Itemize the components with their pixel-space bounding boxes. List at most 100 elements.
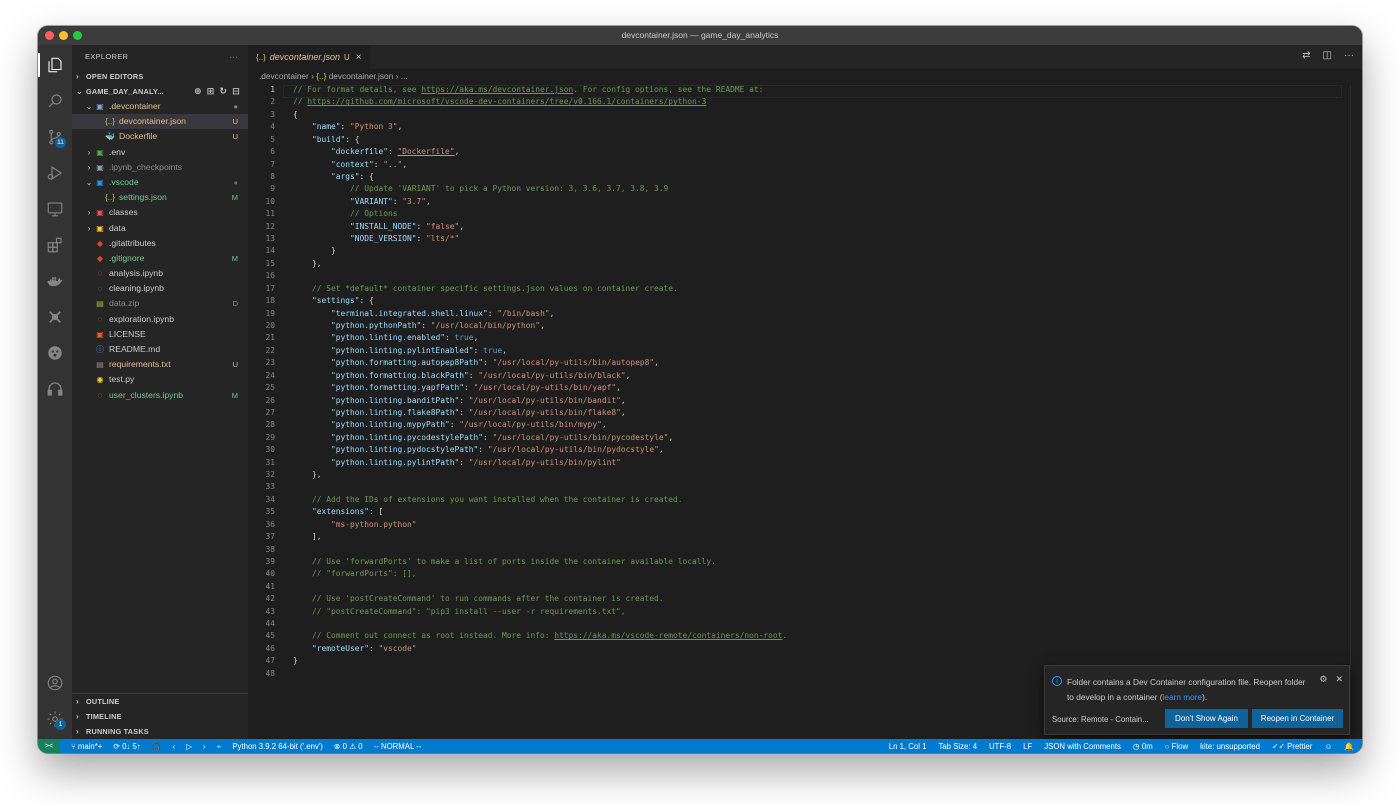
tree-item[interactable]: ◌ user_clusters.ipynb M xyxy=(72,388,248,403)
vertical-scrollbar[interactable] xyxy=(1350,85,1362,739)
paw-icon[interactable] xyxy=(38,337,72,369)
sync-status[interactable]: ⟳ 0↓ 5↑ xyxy=(113,742,140,751)
chevron-left-icon[interactable]: ‹ xyxy=(172,742,175,751)
search-icon[interactable] xyxy=(38,85,72,117)
tree-item[interactable]: ◉ test.py xyxy=(72,372,248,387)
zoom-window-button[interactable] xyxy=(73,31,82,40)
accounts-icon[interactable] xyxy=(38,667,72,699)
new-folder-icon[interactable]: ⊞ xyxy=(207,84,215,99)
run-debug-icon[interactable] xyxy=(38,157,72,189)
line-number: 20 xyxy=(265,320,275,330)
split-editor-icon[interactable]: ◫ xyxy=(1323,50,1332,61)
tree-item[interactable]: ◌ cleaning.ipynb xyxy=(72,281,248,296)
close-icon[interactable]: ✕ xyxy=(1335,674,1343,685)
refresh-icon[interactable]: ↻ xyxy=(220,84,228,99)
workspace-section[interactable]: ⌄ GAME_DAY_ANALY... ⊕ ⊞ ↻ ⊟ xyxy=(72,84,248,99)
more-actions-icon[interactable]: ··· xyxy=(230,45,238,69)
vim-mode: -- NORMAL -- xyxy=(373,741,422,751)
python-interpreter[interactable]: Python 3.9.2 64-bit ('.env') xyxy=(232,742,323,751)
tree-item[interactable]: ◌ exploration.ipynb xyxy=(72,312,248,327)
branch-label: main*+ xyxy=(77,741,103,751)
breadcrumb-folder[interactable]: .devcontainer xyxy=(259,71,309,81)
tree-item[interactable]: ⌄ ▣ .devcontainer ● xyxy=(72,99,248,114)
code-token: , xyxy=(620,395,626,405)
bell-icon[interactable]: 🔔 xyxy=(1344,742,1354,751)
file-type-icon: ▣ xyxy=(96,208,104,218)
notification-message: Folder contains a Dev Container configur… xyxy=(1067,675,1309,705)
code-token: , xyxy=(654,358,659,368)
remote-indicator[interactable]: >< xyxy=(38,739,60,753)
kite-status[interactable]: kite: unsupported xyxy=(1200,742,1260,751)
tree-item[interactable]: › ▣ .env xyxy=(72,145,248,160)
tree-item[interactable]: › ▣ .ipynb_checkpoints xyxy=(72,160,248,175)
tree-item[interactable]: 🐳 Dockerfile U xyxy=(72,129,248,144)
breadcrumb-symbol[interactable]: ... xyxy=(401,71,408,81)
tab-devcontainer-json[interactable]: {..} devcontainer.json U × xyxy=(248,45,370,69)
manage-gear-icon[interactable]: 1 xyxy=(38,703,72,735)
cursor-position[interactable]: Ln 1, Col 1 xyxy=(889,742,927,751)
flow-status[interactable]: ○ Flow xyxy=(1165,742,1188,751)
tree-item[interactable]: ◆ .gitattributes xyxy=(72,236,248,251)
close-window-button[interactable] xyxy=(45,31,54,40)
code-token: "python.linting.pydocstylePath" xyxy=(331,445,479,455)
tree-item[interactable]: › ▣ data xyxy=(72,221,248,236)
tree-item[interactable]: ▤ requirements.txt U xyxy=(72,357,248,372)
encoding[interactable]: UTF-8 xyxy=(989,742,1011,751)
headphones-icon[interactable] xyxy=(38,373,72,405)
line-number: 6 xyxy=(270,147,275,157)
feedback-icon[interactable]: ☺ xyxy=(1324,742,1332,751)
remote-explorer-icon[interactable] xyxy=(38,193,72,225)
docker-icon[interactable] xyxy=(38,265,72,297)
code-token: // Options xyxy=(350,209,398,219)
tree-item[interactable]: ⓘ README.md xyxy=(72,342,248,357)
headphones-icon[interactable]: 🎧 xyxy=(152,742,162,751)
tree-item[interactable]: ⌄ ▣ .vscode ● xyxy=(72,175,248,190)
timeline-section[interactable]: › TIMELINE xyxy=(72,709,248,724)
tree-item[interactable]: ◆ .gitignore M xyxy=(72,251,248,266)
explorer-icon[interactable] xyxy=(38,49,72,81)
tree-item[interactable]: ◌ analysis.ipynb xyxy=(72,266,248,281)
chevron-right-icon[interactable]: › xyxy=(203,742,206,751)
tab-bar: {..} devcontainer.json U × ⇄ ◫ ··· xyxy=(248,45,1362,69)
language-mode[interactable]: JSON with Comments xyxy=(1044,742,1121,751)
learn-more-link[interactable]: learn more xyxy=(1162,692,1202,702)
new-file-icon[interactable]: ⊕ xyxy=(194,84,202,99)
source-control-icon[interactable]: 11 xyxy=(38,121,72,153)
tree-item[interactable]: ▣ LICENSE xyxy=(72,327,248,342)
running-tasks-section[interactable]: › RUNNING TASKS xyxy=(72,724,248,739)
more-actions-icon[interactable]: ··· xyxy=(1344,50,1354,61)
code-token: }, xyxy=(312,258,322,268)
code-token: ".." xyxy=(383,159,403,169)
tree-item[interactable]: {..} settings.json M xyxy=(72,190,248,205)
problems-status[interactable]: ⊗ 0 ⚠ 0 xyxy=(334,742,363,751)
code-line: "INSTALL_NODE": "false", xyxy=(293,222,464,231)
tab-size[interactable]: Tab Size: 4 xyxy=(938,742,977,751)
branch-status[interactable]: ⑂ main*+ xyxy=(71,742,102,751)
tree-item-label: classes xyxy=(109,207,138,218)
open-editors-section[interactable]: › OPEN EDITORS xyxy=(72,69,248,84)
close-tab-icon[interactable]: × xyxy=(356,52,362,63)
breadcrumb-file[interactable]: devcontainer.json xyxy=(329,71,394,81)
play-icon[interactable]: ▷ xyxy=(186,742,192,751)
end-of-line[interactable]: LF xyxy=(1023,742,1032,751)
outline-section[interactable]: › OUTLINE xyxy=(72,694,248,709)
time-tracker[interactable]: ◷ 0m xyxy=(1133,742,1153,751)
reopen-in-container-button[interactable]: Reopen in Container xyxy=(1252,709,1343,728)
code-editor[interactable]: 1 // For format details, see https://aka.… xyxy=(248,85,1362,739)
extensions-icon[interactable] xyxy=(38,229,72,261)
gear-icon[interactable]: ⚙ xyxy=(1319,674,1327,685)
code-line: "extensions": [ xyxy=(293,507,383,516)
tree-item[interactable]: {..} devcontainer.json U xyxy=(72,114,248,130)
tree-item[interactable]: › ▣ classes xyxy=(72,205,248,220)
prettier-status[interactable]: ✓✓ Prettier xyxy=(1272,742,1312,751)
tree-item[interactable]: ▤ data.zip D xyxy=(72,296,248,311)
kite-icon[interactable] xyxy=(38,301,72,333)
dont-show-again-button[interactable]: Don't Show Again xyxy=(1165,709,1248,728)
collapse-all-icon[interactable]: ⊟ xyxy=(232,84,240,99)
minimize-window-button[interactable] xyxy=(59,31,68,40)
activity-wave-icon[interactable]: ⌁ xyxy=(217,742,222,751)
open-changes-icon[interactable]: ⇄ xyxy=(1302,50,1310,61)
